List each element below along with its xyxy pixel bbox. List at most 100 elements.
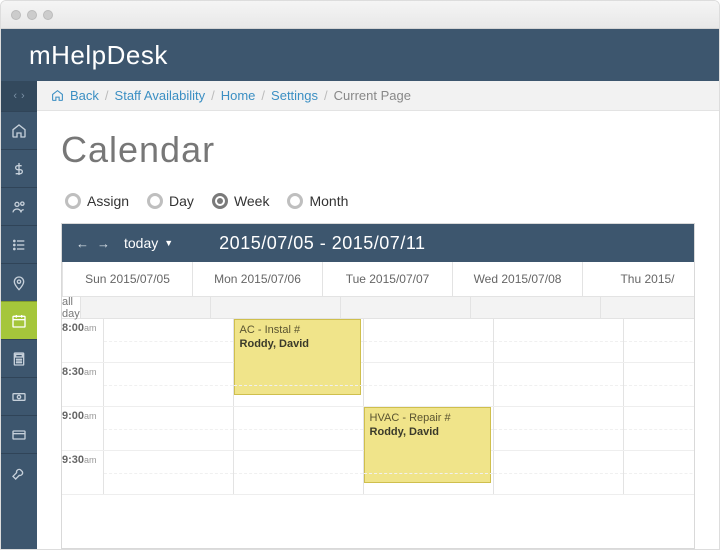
time-cell[interactable] xyxy=(364,451,494,494)
range-dropdown-icon[interactable]: ▼ xyxy=(164,238,173,248)
today-button[interactable]: today xyxy=(124,235,158,251)
time-cell[interactable] xyxy=(104,319,234,362)
day-header[interactable]: Tue 2015/07/07 xyxy=(323,262,453,296)
home-icon[interactable] xyxy=(51,89,64,102)
list-icon xyxy=(11,237,27,253)
event-title: HVAC - Repair # xyxy=(370,411,485,425)
calendar-header: Sun 2015/07/05 Mon 2015/07/06 Tue 2015/0… xyxy=(62,262,694,297)
time-cell[interactable] xyxy=(494,319,624,362)
time-cell[interactable] xyxy=(234,407,364,450)
time-cell[interactable] xyxy=(364,363,494,406)
time-label: 8:00am xyxy=(62,319,104,362)
people-icon xyxy=(11,199,27,215)
time-cell[interactable] xyxy=(364,319,494,362)
wrench-icon xyxy=(11,465,27,481)
day-header[interactable]: Wed 2015/07/08 xyxy=(453,262,583,296)
breadcrumb-sep: / xyxy=(324,88,328,103)
brand-bar: mHelpDesk xyxy=(1,29,719,81)
dollar-icon xyxy=(11,161,27,177)
window-close-icon[interactable] xyxy=(11,10,21,20)
nav-card[interactable] xyxy=(1,415,37,453)
allday-cell[interactable] xyxy=(81,297,211,318)
nav-cash[interactable] xyxy=(1,377,37,415)
time-label: 9:00am xyxy=(62,407,104,450)
time-cell[interactable] xyxy=(624,451,694,494)
event-person: Roddy, David xyxy=(370,426,439,438)
time-cell[interactable] xyxy=(104,407,234,450)
calendar-icon xyxy=(11,313,27,329)
breadcrumb-sep: / xyxy=(211,88,215,103)
sidebar-collapse-button[interactable]: ‹ › xyxy=(1,81,37,111)
nav-calculator[interactable] xyxy=(1,339,37,377)
home-icon xyxy=(11,123,27,139)
card-icon xyxy=(11,427,27,443)
breadcrumb-current: Current Page xyxy=(334,88,411,103)
sidebar: ‹ › xyxy=(1,81,37,549)
calculator-icon xyxy=(11,351,27,367)
time-cell[interactable] xyxy=(624,407,694,450)
time-cell[interactable] xyxy=(494,363,624,406)
time-cell[interactable] xyxy=(494,407,624,450)
allday-cell[interactable] xyxy=(601,297,694,318)
breadcrumb: Back / Staff Availability / Home / Setti… xyxy=(37,81,719,111)
titlebar xyxy=(1,1,719,29)
radio-selected-icon xyxy=(212,193,228,209)
toggle-label: Month xyxy=(309,193,348,209)
time-cell[interactable]: AC - Instal #Roddy, David xyxy=(234,319,364,362)
date-range: 2015/07/05 - 2015/07/11 xyxy=(173,233,684,254)
toggle-week[interactable]: Week xyxy=(212,193,270,209)
nav-tools[interactable] xyxy=(1,453,37,491)
allday-row: all day xyxy=(62,297,694,319)
nav-calendar[interactable] xyxy=(1,301,37,339)
toggle-label: Assign xyxy=(87,193,129,209)
calendar-body: all day 8:00amAC - Instal #Roddy, David8… xyxy=(62,297,694,548)
toggle-label: Week xyxy=(234,193,270,209)
window-min-icon[interactable] xyxy=(27,10,37,20)
nav-list[interactable] xyxy=(1,225,37,263)
breadcrumb-item[interactable]: Settings xyxy=(271,88,318,103)
allday-label: all day xyxy=(62,297,81,318)
cash-icon xyxy=(11,389,27,405)
time-cell[interactable] xyxy=(624,319,694,362)
time-cell[interactable] xyxy=(104,363,234,406)
toggle-label: Day xyxy=(169,193,194,209)
window-max-icon[interactable] xyxy=(43,10,53,20)
day-header[interactable]: Mon 2015/07/06 xyxy=(193,262,323,296)
event-title: AC - Instal # xyxy=(240,323,355,337)
brand-name: mHelpDesk xyxy=(29,40,168,71)
prev-button[interactable]: ← xyxy=(72,236,93,251)
nav-billing[interactable] xyxy=(1,149,37,187)
toggle-day[interactable]: Day xyxy=(147,193,194,209)
allday-cell[interactable] xyxy=(211,297,341,318)
allday-cell[interactable] xyxy=(341,297,471,318)
allday-cell[interactable] xyxy=(471,297,601,318)
breadcrumb-sep: / xyxy=(105,88,109,103)
toggle-assign[interactable]: Assign xyxy=(65,193,129,209)
breadcrumb-sep: / xyxy=(261,88,265,103)
nav-map[interactable] xyxy=(1,263,37,301)
radio-icon xyxy=(147,193,163,209)
pin-icon xyxy=(11,275,27,291)
time-label: 9:30am xyxy=(62,451,104,494)
breadcrumb-item[interactable]: Home xyxy=(221,88,256,103)
time-cell[interactable] xyxy=(234,363,364,406)
breadcrumb-item[interactable]: Staff Availability xyxy=(115,88,206,103)
time-row: 8:00am AC - Instal #Roddy, David xyxy=(62,319,694,363)
radio-icon xyxy=(65,193,81,209)
time-cell[interactable] xyxy=(234,451,364,494)
nav-people[interactable] xyxy=(1,187,37,225)
time-cell[interactable] xyxy=(624,363,694,406)
nav-home[interactable] xyxy=(1,111,37,149)
event-person: Roddy, David xyxy=(240,338,309,350)
calendar-toolbar: ← → today ▼ 2015/07/05 - 2015/07/11 xyxy=(62,224,694,262)
toggle-month[interactable]: Month xyxy=(287,193,348,209)
next-button[interactable]: → xyxy=(93,236,114,251)
time-cell[interactable] xyxy=(494,451,624,494)
breadcrumb-back[interactable]: Back xyxy=(70,88,99,103)
time-cell[interactable]: HVAC - Repair #Roddy, David xyxy=(364,407,494,450)
page-title: Calendar xyxy=(61,129,695,171)
window: mHelpDesk ‹ › Back / Staff Availabilit xyxy=(0,0,720,550)
time-cell[interactable] xyxy=(104,451,234,494)
day-header[interactable]: Thu 2015/ xyxy=(583,262,695,296)
day-header[interactable]: Sun 2015/07/05 xyxy=(63,262,193,296)
